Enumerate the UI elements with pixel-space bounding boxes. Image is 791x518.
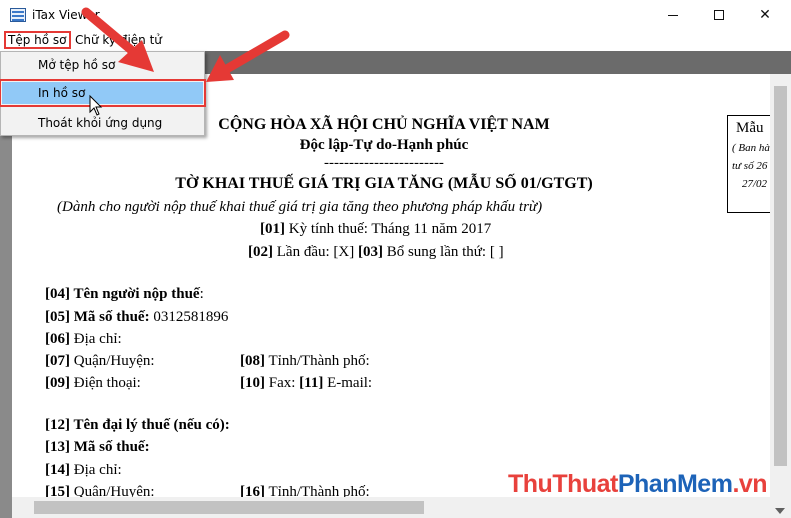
motto: Độc lập-Tự do-Hạnh phúc <box>299 137 469 153</box>
menu-item-exit[interactable]: Thoát khỏi ứng dụng <box>2 112 203 134</box>
file-dropdown-menu: Mở tệp hồ sơ In hồ sơ Thoát khỏi ứng dụn… <box>0 51 206 136</box>
form-subtitle: (Dành cho người nộp thuế khai thuế giá t… <box>57 199 543 215</box>
tax-period: [01] Kỳ tính thuế: Tháng 11 năm 2017 <box>260 221 492 237</box>
form-box-line2: tư số 26 <box>732 160 768 172</box>
field-agent-tax-code: [13] Mã số thuế: <box>45 439 150 455</box>
maximize-button[interactable] <box>696 0 742 30</box>
maximize-icon <box>714 10 724 20</box>
close-button[interactable]: ✕ <box>742 0 788 30</box>
field-district: [07] Quận/Huyện: <box>45 353 155 369</box>
vertical-scrollbar[interactable] <box>770 74 791 518</box>
field-province: [08] Tỉnh/Thành phố: <box>240 353 370 369</box>
minimize-icon <box>668 14 678 16</box>
menu-bar: Tệp hồ sơ Chữ ký điện tử <box>0 30 791 51</box>
window-title: iTax Viewer <box>32 8 100 22</box>
form-number-box: Mẫu ( Ban hà tư số 26 27/02 <box>727 115 770 213</box>
title-bar: iTax Viewer ✕ <box>0 0 791 30</box>
scroll-down-icon[interactable] <box>775 508 785 514</box>
field-agent-address: [14] Địa chỉ: <box>45 462 122 478</box>
form-title: TỜ KHAI THUẾ GIÁ TRỊ GIA TĂNG (MẪU SỐ 01… <box>175 175 593 192</box>
menu-file[interactable]: Tệp hồ sơ <box>4 31 71 49</box>
form-box-line3: 27/02 <box>742 178 768 190</box>
field-tax-code: [05] Mã số thuế: 0312581896 <box>45 309 229 325</box>
close-icon: ✕ <box>759 7 771 23</box>
horizontal-scrollbar[interactable] <box>12 497 770 518</box>
menu-item-open-file[interactable]: Mở tệp hồ sơ <box>2 54 203 76</box>
field-fax-email: [10] Fax: [11] E-mail: <box>240 375 373 391</box>
menu-digital-signature[interactable]: Chữ ký điện tử <box>72 32 165 48</box>
field-phone: [09] Điện thoại: <box>45 375 141 391</box>
form-box-line1: ( Ban hà <box>732 142 770 154</box>
menu-item-print[interactable]: In hồ sơ <box>0 79 206 107</box>
app-icon <box>10 8 26 22</box>
document-page: CỘNG HÒA XÃ HỘI CHỦ NGHĨA VIỆT NAM Độc l… <box>12 74 770 518</box>
viewer-margin <box>0 74 12 518</box>
minimize-button[interactable] <box>650 0 696 30</box>
horizontal-scroll-thumb[interactable] <box>34 501 424 514</box>
watermark-logo: ThuThuatPhanMem.vn <box>508 470 768 498</box>
separator: ------------------------ <box>324 155 444 171</box>
form-box-title: Mẫu <box>736 120 764 136</box>
field-address: [06] Địa chỉ: <box>45 331 122 347</box>
field-tax-agent-name: [12] Tên đại lý thuế (nếu có): <box>45 417 230 433</box>
declaration-type: [02] Lần đầu: [X] [03] Bổ sung lần thứ: … <box>248 244 504 260</box>
vertical-scroll-thumb[interactable] <box>774 86 787 466</box>
field-taxpayer-name: [04] Tên người nộp thuế: <box>45 286 204 302</box>
